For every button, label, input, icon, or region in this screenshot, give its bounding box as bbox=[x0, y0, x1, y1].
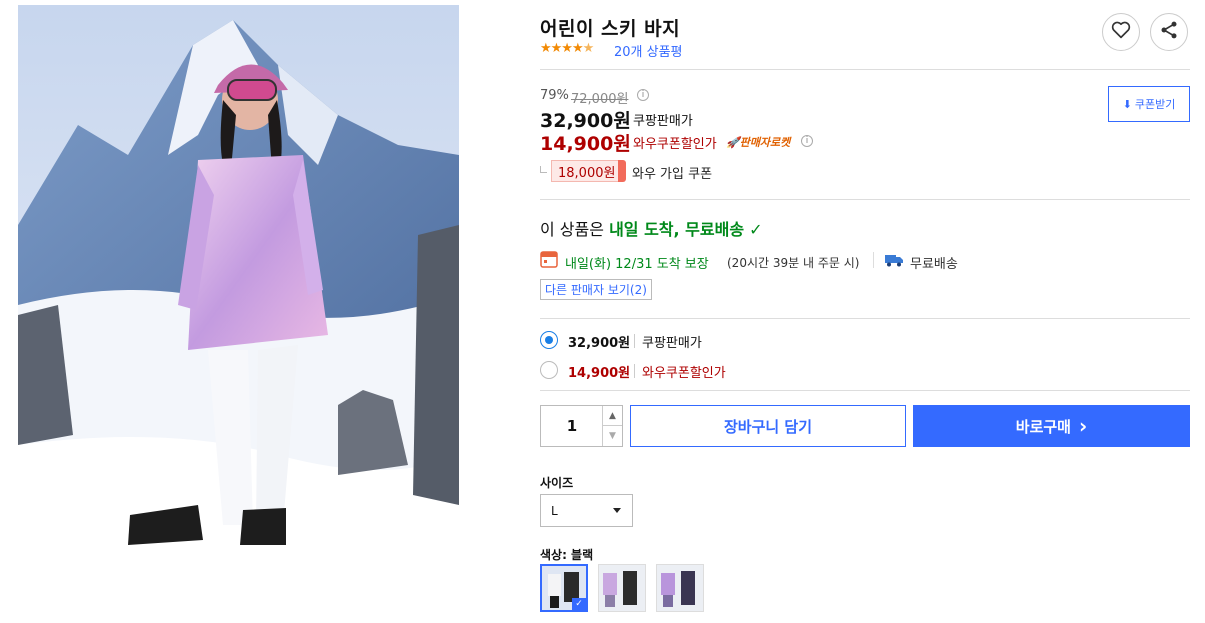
product-image[interactable] bbox=[18, 5, 459, 561]
option-price: 32,900원 bbox=[568, 336, 631, 351]
wow-coupon-price: 14,900원 bbox=[540, 133, 631, 155]
delivery-headline: 이 상품은 내일 도착, 무료배송 ✓ bbox=[540, 220, 763, 239]
buy-now-button[interactable]: 바로구매 › bbox=[913, 405, 1190, 447]
divider bbox=[634, 334, 635, 348]
seller-rocket-badge: 🚀판매자로켓 bbox=[726, 136, 791, 149]
option-label: 와우쿠폰할인가 bbox=[642, 366, 726, 381]
join-coupon-amount: 18,000원 bbox=[551, 160, 623, 182]
divider bbox=[540, 69, 1190, 70]
info-icon[interactable]: i bbox=[637, 89, 649, 101]
color-swatch-option-2[interactable] bbox=[598, 564, 646, 612]
chevron-up-icon[interactable]: ▲ bbox=[602, 406, 622, 426]
join-coupon-label: 와우 가입 쿠폰 bbox=[632, 167, 713, 182]
calendar-icon bbox=[540, 250, 558, 272]
option-price: 14,900원 bbox=[568, 366, 631, 381]
coupang-price-label: 쿠팡판매가 bbox=[633, 114, 693, 129]
quantity-stepper[interactable]: 1 ▲ ▼ bbox=[540, 405, 623, 447]
rating-stars[interactable]: ★★★★★ bbox=[540, 41, 594, 56]
share-icon bbox=[1159, 20, 1179, 44]
color-label: 색상: 블랙 bbox=[540, 548, 594, 562]
color-swatch-option-3[interactable] bbox=[656, 564, 704, 612]
caret-down-icon bbox=[613, 508, 621, 513]
divider bbox=[873, 252, 874, 268]
original-price: 72,000원 bbox=[571, 92, 629, 107]
arrival-guarantee: 내일(화) 12/31 도착 보장 bbox=[565, 257, 709, 272]
divider bbox=[540, 390, 1190, 391]
coupon-notch bbox=[618, 160, 626, 182]
color-swatch-black[interactable]: ✓ bbox=[540, 564, 588, 612]
discount-rate: 79% bbox=[540, 88, 569, 103]
divider bbox=[540, 318, 1190, 319]
truck-icon bbox=[884, 252, 904, 272]
free-shipping-label: 무료배송 bbox=[910, 257, 958, 272]
add-to-cart-button[interactable]: 장바구니 담기 bbox=[630, 405, 906, 447]
share-button[interactable] bbox=[1150, 13, 1188, 51]
order-deadline-note: (20시간 39분 내 주문 시) bbox=[727, 256, 860, 270]
info-icon[interactable]: i bbox=[801, 135, 813, 147]
chevron-right-icon: › bbox=[1078, 414, 1088, 438]
chevron-down-icon[interactable]: ▼ bbox=[602, 426, 622, 446]
heart-icon bbox=[1111, 21, 1131, 43]
option-radio-wow[interactable] bbox=[540, 361, 558, 379]
option-radio-coupang[interactable] bbox=[540, 331, 558, 349]
wow-coupon-label: 와우쿠폰할인가 bbox=[633, 137, 717, 152]
check-icon: ✓ bbox=[749, 220, 763, 239]
quantity-input[interactable]: 1 bbox=[541, 406, 603, 446]
download-icon: ⬇ bbox=[1122, 97, 1132, 111]
divider bbox=[540, 199, 1190, 200]
option-label: 쿠팡판매가 bbox=[642, 336, 702, 351]
coupon-indent-mark bbox=[540, 166, 547, 173]
product-title: 어린이 스키 바지 bbox=[540, 18, 681, 40]
review-count-link[interactable]: 20개 상품평 bbox=[614, 41, 683, 60]
check-icon: ✓ bbox=[572, 598, 586, 610]
size-label: 사이즈 bbox=[540, 476, 574, 490]
coupon-download-button[interactable]: ⬇ 쿠폰받기 bbox=[1108, 86, 1190, 122]
wishlist-button[interactable] bbox=[1102, 13, 1140, 51]
other-sellers-button[interactable]: 다른 판매자 보기(2) bbox=[540, 279, 652, 300]
divider bbox=[634, 364, 635, 378]
